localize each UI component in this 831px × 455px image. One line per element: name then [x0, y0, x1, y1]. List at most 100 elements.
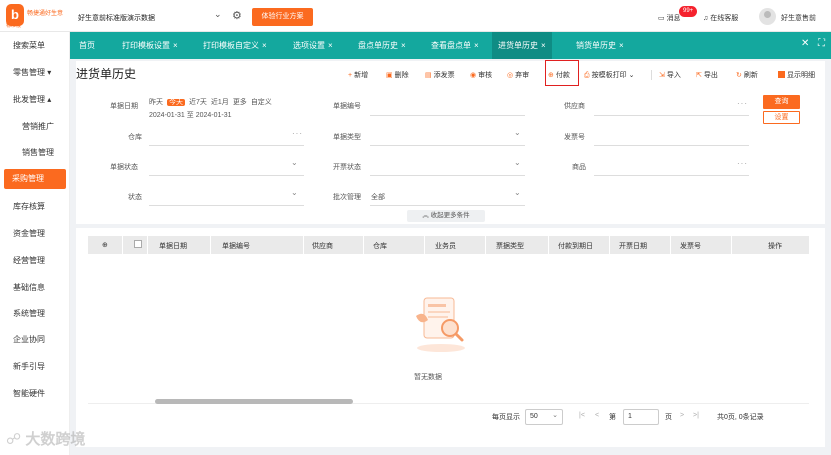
tab-stocktake-history[interactable]: 盘点单历史 × — [358, 32, 406, 59]
per-page-select[interactable]: 50 ⌄ — [525, 409, 563, 425]
close-icon[interactable]: × — [474, 41, 479, 50]
collapse-filters-button[interactable]: ︽ 收起更多条件 — [407, 210, 485, 222]
sidebar-item-hardware[interactable]: 智能硬件 — [13, 388, 45, 399]
column-doc-date[interactable]: 单据日期 — [159, 241, 187, 251]
sidebar-item-marketing[interactable]: 营销推广 — [22, 121, 54, 132]
date-option-more[interactable]: 更多 — [233, 99, 247, 106]
sidebar-item-purchase[interactable]: 采购管理 — [4, 169, 66, 189]
export-button[interactable]: ⇱ 导出 — [696, 70, 718, 80]
product-input[interactable] — [594, 175, 749, 176]
chevron-down-icon[interactable]: ⌄ — [514, 128, 521, 137]
more-icon[interactable]: ··· — [737, 159, 748, 168]
user-name[interactable]: 好生意售前 — [781, 13, 816, 23]
column-invoice-date[interactable]: 开票日期 — [619, 241, 647, 251]
print-template-button[interactable]: ⎙ 按模板打印 ⌄ — [584, 70, 634, 80]
first-page-icon[interactable]: |< — [579, 412, 585, 419]
discard-audit-button[interactable]: ◎ 弃审 — [507, 70, 529, 80]
app-logo[interactable]: b 畅捷通好生意 标准版 — [6, 3, 66, 29]
invoice-status-select[interactable] — [370, 175, 525, 176]
sidebar-item-inventory[interactable]: 库存核算 — [13, 201, 45, 212]
next-page-icon[interactable]: > — [680, 412, 684, 419]
tab-view-stocktake[interactable]: 查看盘点单 × — [431, 32, 479, 59]
doc-no-input[interactable] — [370, 115, 525, 116]
tab-sales-history[interactable]: 销货单历史 × — [576, 32, 624, 59]
prev-page-icon[interactable]: < — [595, 412, 599, 419]
query-button[interactable]: 查询 — [763, 95, 800, 109]
close-icon[interactable]: × — [173, 41, 178, 50]
warehouse-input[interactable] — [149, 145, 304, 146]
sidebar-item-system[interactable]: 系统管理 — [13, 308, 45, 319]
column-supplier[interactable]: 供应商 — [312, 241, 333, 251]
trial-industry-button[interactable]: 体验行业方案 — [252, 8, 313, 26]
audit-button[interactable]: ◉ 审核 — [470, 70, 492, 80]
tab-home[interactable]: 首页 — [79, 32, 95, 59]
close-icon[interactable]: × — [619, 41, 624, 50]
sidebar-item-operations[interactable]: 经营管理 — [13, 255, 45, 266]
messages-link[interactable]: ▭ 消息 — [658, 13, 681, 23]
gear-icon[interactable]: ⚙ — [232, 9, 242, 22]
chevron-down-icon[interactable]: ⌄ — [629, 72, 635, 79]
settings-button[interactable]: 设置 — [763, 111, 800, 124]
tab-print-template-custom[interactable]: 打印模板自定义 × — [203, 32, 267, 59]
refresh-button[interactable]: ↻ 刷新 — [736, 70, 758, 80]
date-option-yesterday[interactable]: 昨天 — [149, 99, 163, 106]
sidebar-item-wholesale[interactable]: 批发管理 ▴ — [13, 94, 51, 105]
online-service-link[interactable]: ♫ 在线客服 — [703, 13, 738, 23]
tab-options[interactable]: 选项设置 × — [293, 32, 333, 59]
supplier-input[interactable] — [594, 115, 749, 116]
last-page-icon[interactable]: >| — [693, 412, 699, 419]
sidebar-item-retail[interactable]: 零售管理 ▾ — [13, 67, 51, 78]
sidebar-item-search-menu[interactable]: 搜索菜单 — [13, 40, 45, 51]
chevron-down-icon[interactable]: ⌄ — [514, 158, 521, 167]
column-divider — [363, 236, 364, 254]
account-name[interactable]: 好生意前标准版演示数据 — [78, 13, 155, 23]
sidebar-item-collaboration[interactable]: 企业协同 — [13, 334, 45, 345]
date-option-7days[interactable]: 近7天 — [189, 99, 207, 106]
column-warehouse[interactable]: 仓库 — [373, 241, 387, 251]
column-invoice-no[interactable]: 发票号 — [680, 241, 701, 251]
sidebar-item-guide[interactable]: 新手引导 — [13, 361, 45, 372]
sidebar-item-funds[interactable]: 资金管理 — [13, 228, 45, 239]
state-select[interactable] — [149, 205, 304, 206]
column-payment-due[interactable]: 付款到期日 — [558, 241, 593, 251]
doc-status-select[interactable] — [149, 175, 304, 176]
close-icon[interactable]: × — [328, 41, 333, 50]
date-range-value[interactable]: 2024-01-31 至 2024-01-31 — [149, 110, 232, 120]
tab-print-template-settings[interactable]: 打印模板设置 × — [122, 32, 178, 59]
tab-purchase-history[interactable]: 进货单历史 × — [492, 32, 552, 59]
date-option-today[interactable]: 今天 — [167, 99, 185, 106]
invoice-no-input[interactable] — [594, 145, 749, 146]
select-all-checkbox[interactable] — [134, 240, 142, 248]
add-invoice-button[interactable]: ▤ 添发票 — [425, 70, 455, 80]
chevron-down-icon[interactable]: ⌄ — [514, 188, 521, 197]
delete-button[interactable]: ▣ 删除 — [386, 70, 409, 80]
close-all-tabs-icon[interactable]: ✕ — [801, 38, 809, 49]
chevron-down-icon[interactable]: ⌄ — [291, 158, 298, 167]
chevron-down-icon[interactable]: ⌄ — [214, 9, 222, 20]
chevron-down-icon[interactable]: ⌄ — [291, 188, 298, 197]
doc-status-label: 单据状态 — [110, 164, 138, 171]
column-salesman[interactable]: 业务员 — [435, 241, 456, 251]
close-icon[interactable]: × — [541, 41, 546, 50]
avatar[interactable] — [759, 8, 776, 25]
page-number-input[interactable]: 1 — [623, 409, 659, 425]
sidebar-item-basic-info[interactable]: 基础信息 — [13, 282, 45, 293]
fullscreen-icon[interactable]: ⛶ — [818, 38, 825, 49]
column-doc-no[interactable]: 单据编号 — [222, 241, 250, 251]
sidebar-item-sales[interactable]: 销售管理 — [22, 147, 54, 158]
batch-select[interactable] — [370, 205, 525, 206]
more-icon[interactable]: ··· — [737, 99, 748, 108]
import-button[interactable]: ⇲ 导入 — [659, 70, 681, 80]
column-settings-icon[interactable]: ⊕ — [102, 241, 108, 249]
show-detail-toggle[interactable]: 显示明细 — [778, 70, 815, 80]
date-option-1month[interactable]: 近1月 — [211, 99, 229, 106]
horizontal-scrollbar[interactable] — [155, 399, 353, 404]
column-bill-type[interactable]: 票据类型 — [496, 241, 524, 251]
doc-type-select[interactable] — [370, 145, 525, 146]
date-option-custom[interactable]: 自定义 — [251, 99, 272, 106]
more-icon[interactable]: ··· — [292, 129, 303, 138]
batch-value[interactable]: 全部 — [371, 192, 385, 202]
close-icon[interactable]: × — [262, 41, 267, 50]
new-button[interactable]: + 新增 — [348, 70, 368, 80]
close-icon[interactable]: × — [401, 41, 406, 50]
